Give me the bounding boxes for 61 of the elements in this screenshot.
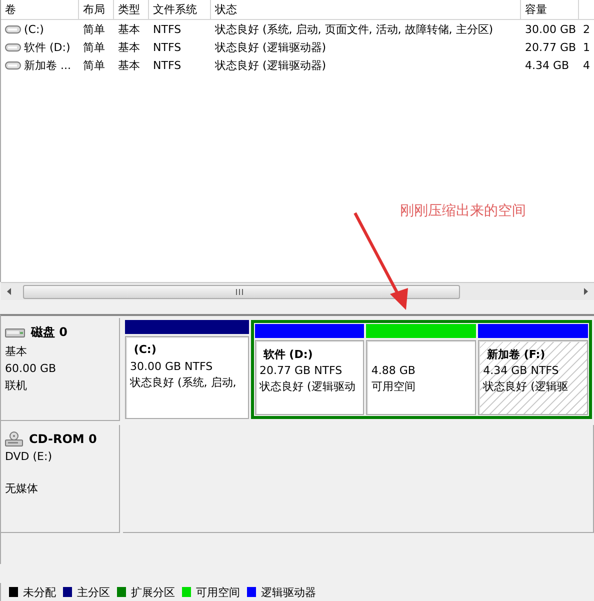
table-cell: NTFS — [153, 40, 182, 54]
partition-info: 状态良好 (逻辑驱动 — [260, 379, 356, 394]
disk-info: DVD (E:) — [5, 450, 54, 463]
partition-title: 软件 (D:) — [262, 347, 314, 362]
legend-label: 可用空间 — [196, 584, 240, 600]
partition-title: (C:) — [132, 343, 158, 358]
table-cell: 简单 — [83, 58, 105, 72]
horizontal-scrollbar[interactable] — [1, 282, 594, 300]
disk-name: CD-ROM 0 — [29, 432, 97, 446]
column-header[interactable]: 状态 — [211, 0, 521, 19]
partition-block[interactable]: (C:) 30.00 GB NTFS 状态良好 (系统, 启动, — [125, 336, 249, 419]
column-header[interactable]: 类型 — [114, 0, 149, 19]
table-cell: 基本 — [118, 22, 140, 36]
disk-info: 60.00 GB — [5, 362, 58, 375]
partition-info: 状态良好 (系统, 启动, — [130, 375, 238, 390]
partition-info: 30.00 GB NTFS — [130, 360, 214, 373]
drive-icon — [5, 42, 21, 52]
disk-info: 基本 — [5, 344, 28, 359]
legend-label: 主分区 — [77, 584, 110, 600]
partition-info: 4.88 GB — [371, 364, 416, 377]
grip-icon — [236, 289, 244, 295]
partition-info: 可用空间 — [371, 379, 416, 394]
table-cell: 20.77 GB — [525, 40, 576, 54]
table-cell: 基本 — [118, 58, 140, 72]
partition-info: 状态良好 (逻辑驱 — [483, 379, 569, 394]
partition-block[interactable]: 4.88 GB 可用空间 — [366, 340, 476, 415]
legend-label: 扩展分区 — [131, 584, 175, 600]
table-cell: 简单 — [83, 40, 105, 54]
table-cell: (C:) — [24, 22, 44, 36]
disk-info: 无媒体 — [5, 481, 39, 496]
column-header[interactable]: 文件系统 — [149, 0, 211, 19]
partition-block[interactable]: 软件 (D:) 20.77 GB NTFS 状态良好 (逻辑驱动 — [254, 340, 364, 415]
table-cell: 基本 — [118, 40, 140, 54]
optical-drive-icon — [5, 431, 23, 447]
partition-info: 4.34 GB NTFS — [483, 364, 560, 377]
partition-info: 20.77 GB NTFS — [260, 364, 344, 377]
drive-icon — [5, 24, 21, 34]
column-header[interactable]: 容量 — [521, 0, 579, 19]
partition-block[interactable]: 新加卷 (F:) 4.34 GB NTFS 状态良好 (逻辑驱 — [478, 340, 588, 415]
legend-label: 未分配 — [23, 584, 56, 600]
table-cell: 软件 (D:) — [24, 40, 70, 54]
table-cell: NTFS — [153, 58, 182, 72]
partition-title: 新加卷 (F:) — [486, 347, 546, 362]
table-cell: 新加卷 ... — [24, 58, 71, 72]
table-cell: NTFS — [153, 22, 182, 36]
table-cell: 状态良好 (系统, 启动, 页面文件, 活动, 故障转储, 主分区) — [215, 22, 494, 36]
drive-icon — [5, 60, 21, 70]
table-cell: 状态良好 (逻辑驱动器) — [215, 58, 326, 72]
column-header[interactable]: 布局 — [79, 0, 114, 19]
table-cell: 状态良好 (逻辑驱动器) — [215, 40, 326, 54]
disk-name: 磁盘 0 — [31, 324, 68, 341]
table-cell: 4.34 GB — [525, 58, 570, 72]
table-cell: 简单 — [83, 22, 105, 36]
table-cell: 2 — [583, 22, 590, 36]
annotation-text: 刚刚压缩出来的空间 — [400, 202, 526, 220]
legend-label: 逻辑驱动器 — [261, 584, 316, 600]
table-cell: 4 — [583, 58, 590, 72]
table-cell: 1 — [583, 40, 590, 54]
column-header[interactable]: 卷 — [1, 0, 79, 19]
table-cell: 30.00 GB — [525, 22, 576, 36]
disk-info: 联机 — [5, 378, 28, 393]
